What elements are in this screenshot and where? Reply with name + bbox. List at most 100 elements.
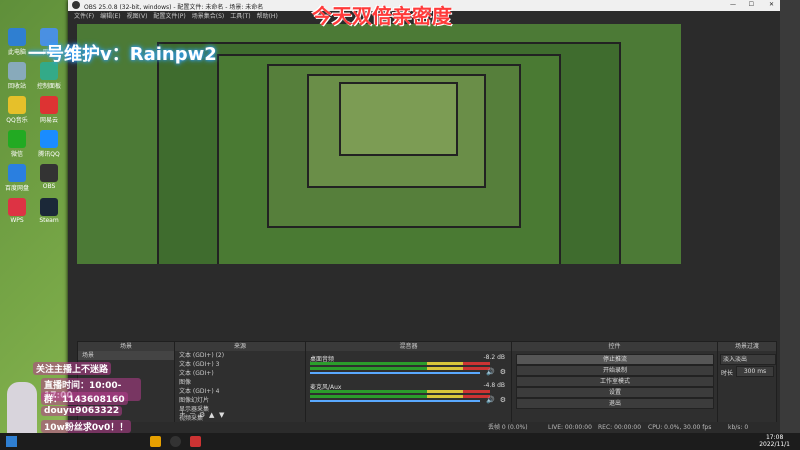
dropped-frames: 丢帧 0 (0.0%) bbox=[488, 424, 528, 431]
window-title: OBS 25.0.8 (32-bit, windows) - 配置文件: 未命名… bbox=[84, 4, 264, 11]
mixer-channel-2-db: -4.8 dB bbox=[483, 382, 505, 389]
double-intimacy-banner: 今天双倍亲密度 bbox=[312, 4, 452, 28]
menu-item[interactable]: 视图(V) bbox=[127, 11, 148, 20]
close-icon[interactable]: ✕ bbox=[769, 1, 774, 8]
remove-source-icon[interactable]: － bbox=[189, 409, 196, 419]
sources-dock: 来源 文本 (GDI+) (2) 文本 (GDI+) 3 文本 (GDI+) 图像 文本… bbox=[174, 341, 306, 423]
preview-canvas[interactable] bbox=[77, 24, 681, 338]
volume-meter-1b bbox=[310, 367, 490, 370]
speaker-icon-2[interactable]: 🔊 bbox=[486, 396, 495, 404]
source-item[interactable]: 图像 bbox=[175, 378, 305, 387]
move-down-icon[interactable]: ▼ bbox=[219, 411, 224, 419]
desktop-icon-label: 控制面板 bbox=[36, 83, 61, 90]
douyu-id: douyu9063322 bbox=[41, 406, 123, 416]
taskbar-app-icon[interactable] bbox=[150, 436, 161, 447]
mixer-dock: 混音器 桌面音频 -8.2 dB 🔊 ⚙ 麦克风/Aux -4.8 dB 🔊 ⚙ bbox=[305, 341, 512, 423]
controls-dock: 控件 停止推流 开始录制 工作室模式 设置 退出 bbox=[511, 341, 718, 423]
volume-slider-2[interactable] bbox=[310, 400, 480, 402]
source-settings-icon[interactable]: ⚙ bbox=[199, 411, 205, 419]
desktop-icon[interactable]: WPS bbox=[4, 198, 30, 224]
app-icon bbox=[8, 130, 26, 148]
scene-item[interactable]: 场景 bbox=[78, 351, 174, 360]
desktop-icon-label: 腾讯QQ bbox=[38, 151, 60, 158]
scenes-header: 场景 bbox=[78, 342, 174, 351]
watermark-text: 一号维护v：Rainpw2 bbox=[28, 44, 217, 65]
stop-streaming-button[interactable]: 停止推流 bbox=[516, 354, 714, 365]
right-edge-window bbox=[780, 0, 800, 433]
controls-header: 控件 bbox=[512, 342, 717, 351]
desktop-icon-label: QQ音乐 bbox=[6, 117, 28, 124]
desktop-icon-label: OBS bbox=[42, 183, 56, 190]
minimize-icon[interactable]: — bbox=[730, 1, 736, 8]
follow-text: 关注主播上不迷路 bbox=[33, 362, 112, 375]
menu-item[interactable]: 工具(T) bbox=[230, 11, 250, 20]
streamer-info-overlay: 关注主播上不迷路 直播时间：10:00-17:00 群：1143608160 d… bbox=[3, 360, 141, 440]
desktop-icon[interactable]: 腾讯QQ bbox=[36, 130, 62, 158]
menu-item[interactable]: 帮助(H) bbox=[257, 11, 278, 20]
duration-label: 时长 bbox=[721, 370, 734, 377]
source-item[interactable]: 文本 (GDI+) 4 bbox=[175, 387, 305, 396]
taskbar-obs-icon[interactable] bbox=[170, 436, 181, 447]
duration-input[interactable]: 300 ms bbox=[736, 366, 774, 377]
desktop-icon[interactable]: 回收站 bbox=[4, 62, 30, 90]
source-item[interactable]: 文本 (GDI+) bbox=[175, 369, 305, 378]
menu-item[interactable]: 文件(F) bbox=[74, 11, 94, 20]
anime-avatar bbox=[7, 382, 37, 440]
fan-goal: 10w粉丝求0v0！！ bbox=[41, 420, 132, 433]
status-bar: 丢帧 0 (0.0%) LIVE: 00:00:00 REC: 00:00:00… bbox=[68, 422, 780, 433]
volume-slider-1[interactable] bbox=[310, 372, 480, 374]
desktop-icon-label: Steam bbox=[39, 217, 59, 224]
desktop-icon[interactable]: 控制面板 bbox=[36, 62, 62, 90]
settings-button[interactable]: 设置 bbox=[516, 387, 714, 398]
volume-meter-2 bbox=[310, 390, 490, 393]
source-item[interactable]: 图像幻灯片 bbox=[175, 396, 305, 405]
taskbar-app2-icon[interactable] bbox=[190, 436, 201, 447]
desktop-icon-label: 回收站 bbox=[7, 83, 26, 90]
desktop-icon[interactable]: QQ音乐 bbox=[4, 96, 30, 124]
obs-logo-icon bbox=[72, 1, 80, 9]
desktop-icon[interactable]: OBS bbox=[36, 164, 62, 190]
desktop-icon-label: 网易云 bbox=[39, 117, 58, 124]
desktop-icon[interactable]: 微信 bbox=[4, 130, 30, 158]
volume-meter-1 bbox=[310, 362, 490, 365]
speaker-icon-1[interactable]: 🔊 bbox=[486, 368, 495, 376]
transitions-dock: 场景过渡 淡入淡出 时长 300 ms bbox=[717, 341, 777, 423]
source-item[interactable]: 文本 (GDI+) 3 bbox=[175, 360, 305, 369]
transitions-header: 场景过渡 bbox=[718, 342, 776, 351]
desktop-icon[interactable]: 此电脑 bbox=[4, 28, 30, 56]
add-source-icon[interactable]: ＋ bbox=[179, 409, 186, 419]
sources-header: 来源 bbox=[175, 342, 305, 351]
maximize-icon[interactable]: ☐ bbox=[749, 1, 754, 8]
app-icon bbox=[8, 96, 26, 114]
menu-item[interactable]: 编辑(E) bbox=[100, 11, 120, 20]
exit-button[interactable]: 退出 bbox=[516, 398, 714, 409]
mixer-channel-1-db: -8.2 dB bbox=[483, 354, 505, 361]
menu-item[interactable]: 场景集合(S) bbox=[192, 11, 225, 20]
start-icon[interactable] bbox=[6, 436, 17, 447]
source-item[interactable]: 文本 (GDI+) (2) bbox=[175, 351, 305, 360]
rec-timer: REC: 00:00:00 bbox=[598, 424, 642, 431]
clock: 17:08 2022/11/1 bbox=[759, 434, 790, 448]
nested-capture-5 bbox=[339, 82, 458, 156]
clock-time: 17:08 bbox=[765, 434, 784, 441]
studio-mode-button[interactable]: 工作室模式 bbox=[516, 376, 714, 387]
app-icon bbox=[8, 198, 26, 216]
clock-date: 2022/11/1 bbox=[759, 441, 790, 448]
app-icon bbox=[8, 28, 26, 46]
desktop-icon[interactable]: Steam bbox=[36, 198, 62, 224]
cpu-usage: CPU: 0.0%, 30.00 fps bbox=[648, 424, 712, 431]
desktop-icon[interactable]: 网易云 bbox=[36, 96, 62, 124]
channel-settings-icon-1[interactable]: ⚙ bbox=[500, 368, 506, 376]
bitrate: kb/s: 0 bbox=[728, 424, 749, 431]
app-icon bbox=[40, 198, 58, 216]
desktop-icon[interactable]: 百度网盘 bbox=[4, 164, 30, 192]
start-recording-button[interactable]: 开始录制 bbox=[516, 365, 714, 376]
app-icon bbox=[8, 62, 26, 80]
volume-meter-2b bbox=[310, 395, 490, 398]
channel-settings-icon-2[interactable]: ⚙ bbox=[500, 396, 506, 404]
move-up-icon[interactable]: ▲ bbox=[209, 411, 214, 419]
desktop-icon-label: WPS bbox=[10, 217, 24, 224]
taskbar: 17:08 2022/11/1 bbox=[0, 433, 800, 450]
menu-item[interactable]: 配置文件(P) bbox=[153, 11, 185, 20]
transition-select[interactable]: 淡入淡出 bbox=[720, 354, 776, 365]
